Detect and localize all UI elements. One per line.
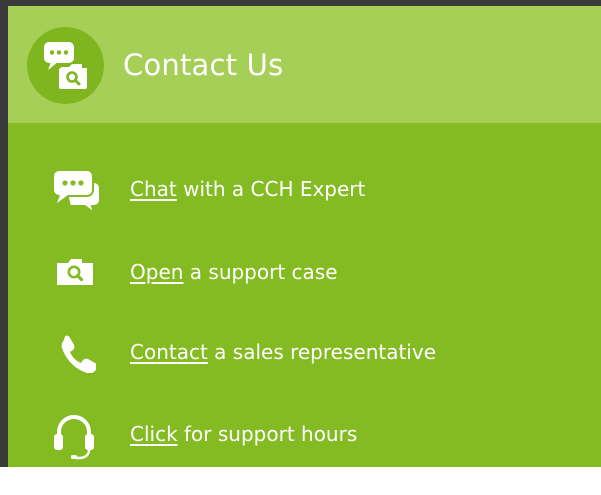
phone-icon (56, 333, 98, 377)
chat-option-text: Chat with a CCH Expert (130, 176, 365, 202)
chat-search-icon (27, 27, 104, 104)
open-link[interactable]: Open (130, 260, 183, 284)
list-item-chat: Chat with a CCH Expert (8, 168, 601, 218)
chat-link[interactable]: Chat (130, 177, 177, 201)
list-item-sales: Contact a sales representative (8, 333, 601, 383)
list-item-support-hours: Click for support hours (8, 412, 601, 462)
support-case-option-label: a support case (183, 260, 338, 284)
search-case-icon (57, 255, 93, 289)
page-title: Contact Us (123, 48, 284, 82)
headset-icon (53, 412, 95, 464)
support-hours-option-label: for support hours (177, 422, 358, 446)
support-hours-option-text: Click for support hours (130, 421, 357, 447)
support-case-option-text: Open a support case (130, 259, 338, 285)
click-link[interactable]: Click (130, 422, 178, 446)
sales-option-text: Contact a sales representative (130, 339, 436, 365)
contact-us-panel: Contact Us Chat with a CCH Expert Open a… (0, 0, 601, 467)
list-item-support-case: Open a support case (8, 254, 601, 304)
chat-bubbles-icon (52, 168, 104, 218)
contact-us-header: Contact Us (8, 6, 601, 123)
contact-link[interactable]: Contact (130, 340, 208, 364)
sales-option-label: a sales representative (207, 340, 437, 364)
chat-option-label: with a CCH Expert (176, 177, 366, 201)
